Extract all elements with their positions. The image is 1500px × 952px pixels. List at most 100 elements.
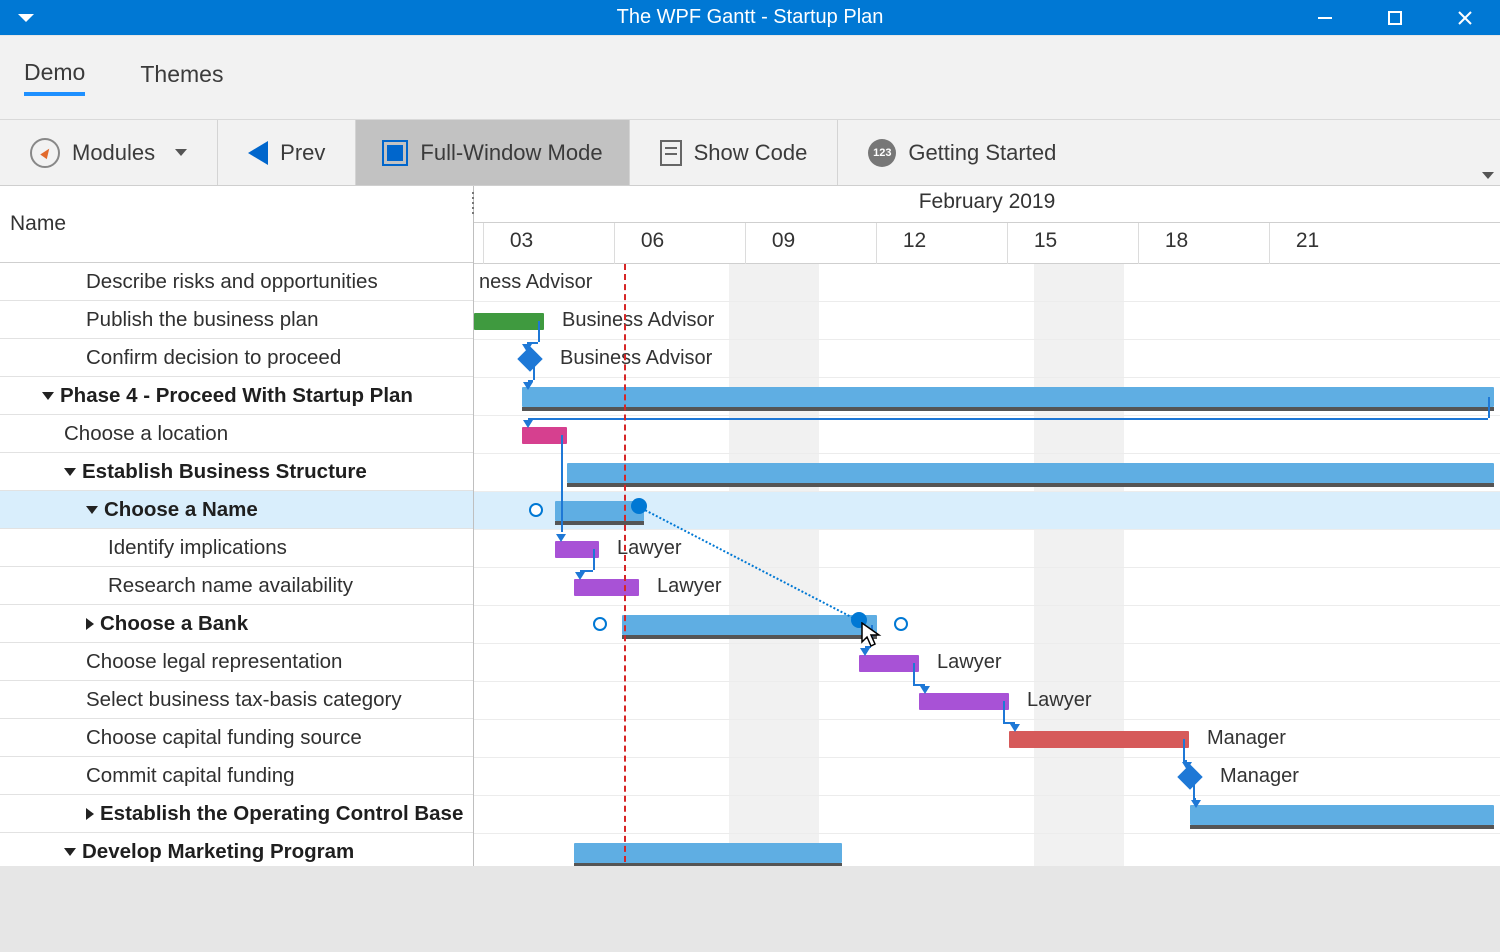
task-bar[interactable] xyxy=(919,693,1009,710)
task-row[interactable]: Commit capital funding xyxy=(0,757,473,795)
month-label: February 2019 xyxy=(474,186,1500,222)
task-name: Establish Business Structure xyxy=(82,460,367,484)
tab-themes[interactable]: Themes xyxy=(140,61,223,94)
show-code-label: Show Code xyxy=(694,140,808,166)
task-bar[interactable] xyxy=(859,655,919,672)
gantt-row[interactable] xyxy=(474,264,1500,302)
task-bar[interactable] xyxy=(574,579,639,596)
cursor-icon xyxy=(861,622,883,650)
task-row[interactable]: Describe risks and opportunities xyxy=(0,263,473,301)
task-row[interactable]: Choose a location xyxy=(0,415,473,453)
maximize-button[interactable] xyxy=(1360,0,1430,35)
task-bar[interactable] xyxy=(1009,731,1189,748)
task-row[interactable]: Choose a Bank xyxy=(0,605,473,643)
task-row[interactable]: Phase 4 - Proceed With Startup Plan xyxy=(0,377,473,415)
toolbar-overflow-icon[interactable] xyxy=(1482,172,1494,179)
expand-icon[interactable] xyxy=(86,618,94,630)
summary-bar[interactable] xyxy=(574,843,842,863)
task-name: Commit capital funding xyxy=(86,764,295,788)
dependency-line xyxy=(593,549,595,570)
dependency-line xyxy=(538,321,540,342)
main-area: Name Describe risks and opportunities Pub… xyxy=(0,186,1500,866)
full-window-button[interactable]: Full-Window Mode xyxy=(356,120,628,185)
window-title: The WPF Gantt - Startup Plan xyxy=(0,6,1500,29)
collapse-icon[interactable] xyxy=(64,848,76,856)
compass-icon xyxy=(30,138,60,168)
gantt-area[interactable]: ness AdvisorBusiness AdvisorBusiness Adv… xyxy=(474,264,1500,866)
resource-label: Lawyer xyxy=(617,537,681,560)
resource-label: Lawyer xyxy=(937,651,1001,674)
resource-label: Business Advisor xyxy=(562,309,714,332)
gantt-row[interactable] xyxy=(474,758,1500,796)
task-name: Choose a location xyxy=(64,422,228,446)
task-row[interactable]: Establish the Operating Control Base xyxy=(0,795,473,833)
task-name: Develop Marketing Program xyxy=(82,840,354,864)
task-row[interactable]: Choose a Name xyxy=(0,491,473,529)
task-row[interactable]: Develop Marketing Program xyxy=(0,833,473,866)
dependency-line xyxy=(1193,777,1195,798)
day-label: 03 xyxy=(483,223,559,264)
gantt-row[interactable] xyxy=(474,416,1500,454)
task-name: Choose capital funding source xyxy=(86,726,362,750)
full-window-label: Full-Window Mode xyxy=(420,140,602,166)
summary-bar[interactable] xyxy=(522,387,1494,407)
expand-icon[interactable] xyxy=(86,808,94,820)
task-name: Choose a Name xyxy=(104,498,258,522)
summary-bar[interactable] xyxy=(567,463,1494,483)
task-row[interactable]: Identify implications xyxy=(0,529,473,567)
collapse-icon[interactable] xyxy=(42,392,54,400)
getting-started-button[interactable]: 123 Getting Started xyxy=(852,120,1072,185)
timeline-header: February 2019 03060912151821 xyxy=(474,186,1500,264)
fullscreen-icon xyxy=(382,140,408,166)
task-name: Publish the business plan xyxy=(86,308,319,332)
task-row[interactable]: Publish the business plan xyxy=(0,301,473,339)
task-name: Establish the Operating Control Base xyxy=(100,802,463,826)
resource-label: Manager xyxy=(1207,727,1286,750)
dependency-line xyxy=(1003,701,1005,722)
task-row[interactable]: Choose legal representation xyxy=(0,643,473,681)
name-column-header[interactable]: Name xyxy=(0,186,473,263)
dependency-arrow-icon xyxy=(556,534,566,542)
prev-button[interactable]: Prev xyxy=(232,120,341,185)
triangle-left-icon xyxy=(248,141,268,165)
collapse-icon[interactable] xyxy=(64,468,76,476)
task-name: Select business tax-basis category xyxy=(86,688,402,712)
task-tree: Describe risks and opportunities Publish … xyxy=(0,263,473,866)
modules-dropdown[interactable]: Modules xyxy=(14,120,203,185)
task-row[interactable]: Establish Business Structure xyxy=(0,453,473,491)
dependency-arrow-icon xyxy=(575,572,585,580)
task-row[interactable]: Select business tax-basis category xyxy=(0,681,473,719)
day-scale: 03060912151821 xyxy=(474,222,1500,264)
gantt-row[interactable] xyxy=(474,720,1500,758)
task-name: Describe risks and opportunities xyxy=(86,270,378,294)
document-icon xyxy=(660,140,682,166)
task-name: Research name availability xyxy=(108,574,353,598)
link-handle-icon[interactable] xyxy=(593,617,607,631)
dependency-arrow-icon xyxy=(523,382,533,390)
task-row[interactable]: Confirm decision to proceed xyxy=(0,339,473,377)
day-label: 12 xyxy=(876,223,952,264)
resource-label: Manager xyxy=(1220,765,1299,788)
gantt-chart[interactable]: February 2019 03060912151821 ness Adviso… xyxy=(474,186,1500,866)
task-name: Choose legal representation xyxy=(86,650,342,674)
task-row[interactable]: Choose capital funding source xyxy=(0,719,473,757)
resource-label: Business Advisor xyxy=(560,347,712,370)
summary-bar[interactable] xyxy=(622,615,877,635)
task-bar[interactable] xyxy=(474,313,544,330)
task-row[interactable]: Research name availability xyxy=(0,567,473,605)
getting-started-label: Getting Started xyxy=(908,140,1056,166)
close-button[interactable] xyxy=(1430,0,1500,35)
link-handle-icon[interactable] xyxy=(894,617,908,631)
resource-label: Lawyer xyxy=(1027,689,1091,712)
link-handle-icon[interactable] xyxy=(529,503,543,517)
tab-demo[interactable]: Demo xyxy=(24,59,85,96)
minimize-button[interactable] xyxy=(1290,0,1360,35)
show-code-button[interactable]: Show Code xyxy=(644,120,824,185)
dependency-arrow-icon xyxy=(1182,762,1192,770)
dependency-arrow-icon xyxy=(920,686,930,694)
dependency-arrow-icon xyxy=(1191,800,1201,808)
summary-bar[interactable] xyxy=(1190,805,1494,825)
collapse-icon[interactable] xyxy=(86,506,98,514)
task-name: Confirm decision to proceed xyxy=(86,346,341,370)
task-name: Choose a Bank xyxy=(100,612,248,636)
